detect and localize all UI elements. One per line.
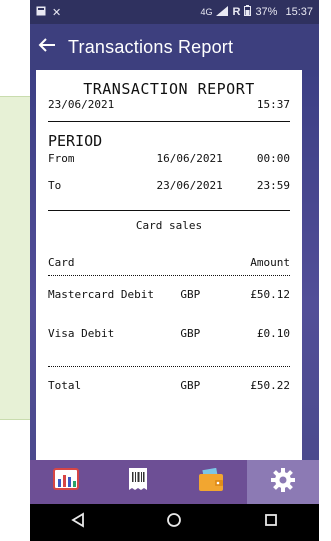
to-date: 23/06/2021 <box>156 179 223 192</box>
list-item: Visa Debit GBP £0.10 <box>48 327 290 340</box>
item-amount: £50.12 <box>250 288 290 301</box>
transaction-receipt[interactable]: TRANSACTION REPORT 23/06/2021 15:37 PERI… <box>36 70 302 460</box>
back-arrow-icon[interactable] <box>38 36 68 59</box>
from-date: 16/06/2021 <box>156 152 223 165</box>
phone-screen: ✕ 4G R 37% 15:37 Transactions Report TRA… <box>30 0 319 541</box>
from-label: From <box>48 152 75 165</box>
receipt-title: TRANSACTION REPORT <box>83 80 255 98</box>
bar-chart-icon <box>53 467 80 497</box>
nav-settings[interactable] <box>246 460 319 504</box>
page-title: Transactions Report <box>68 36 234 57</box>
item-card: Visa Debit <box>48 327 115 340</box>
item-currency: GBP <box>180 288 201 301</box>
nav-receipts[interactable] <box>102 460 174 504</box>
battery-percentage: 37% <box>255 6 278 18</box>
column-headers: Card Amount <box>48 256 290 269</box>
gear-icon <box>270 467 296 498</box>
status-time: 15:37 <box>285 6 313 18</box>
status-bar: ✕ 4G R 37% 15:37 <box>30 0 319 24</box>
total-row: Total GBP £50.22 <box>48 379 290 392</box>
system-navigation-bar <box>30 504 319 541</box>
total-label: Total <box>48 379 82 392</box>
battery-icon <box>244 5 252 19</box>
item-card: Mastercard Debit <box>48 288 154 301</box>
total-currency: GBP <box>180 379 201 392</box>
section-title: Card sales <box>135 219 203 232</box>
app-bar: Transactions Report <box>30 24 319 70</box>
period-from-row: From 16/06/2021 00:00 <box>48 152 290 165</box>
network-type: 4G <box>200 7 213 17</box>
divider <box>48 121 290 122</box>
dotted-divider <box>48 366 290 367</box>
close-notification-icon: ✕ <box>52 6 62 19</box>
wallet-icon <box>197 467 225 497</box>
bottom-nav <box>30 460 319 504</box>
receipt-date: 23/06/2021 <box>48 98 115 111</box>
signal-icon <box>216 5 229 19</box>
left-side-panel <box>0 96 31 420</box>
period-to-row: To 23/06/2021 23:59 <box>48 179 290 192</box>
receipt-barcode-icon <box>127 467 149 498</box>
item-currency: GBP <box>180 327 201 340</box>
signal-label: R <box>232 6 241 18</box>
total-amount: £50.22 <box>250 379 290 392</box>
nav-wallet[interactable] <box>175 460 247 504</box>
col-amount: Amount <box>250 256 290 269</box>
back-triangle-icon[interactable] <box>70 512 86 533</box>
period-heading: PERIOD <box>48 132 103 150</box>
receipt-datetime-row: 23/06/2021 15:37 <box>48 98 290 111</box>
divider <box>48 210 290 211</box>
col-card: Card <box>48 256 75 269</box>
dotted-divider <box>48 275 290 276</box>
notification-app-icon <box>36 6 46 19</box>
receipt-time: 15:37 <box>256 98 290 111</box>
item-amount: £0.10 <box>256 327 290 340</box>
card-items: Mastercard Debit GBP £50.12 Visa Debit G… <box>48 288 290 340</box>
list-item: Mastercard Debit GBP £50.12 <box>48 288 290 301</box>
nav-reports[interactable] <box>30 460 102 504</box>
from-time: 00:00 <box>256 152 290 165</box>
home-circle-icon[interactable] <box>166 512 182 533</box>
recents-square-icon[interactable] <box>263 512 279 533</box>
to-time: 23:59 <box>256 179 290 192</box>
to-label: To <box>48 179 62 192</box>
